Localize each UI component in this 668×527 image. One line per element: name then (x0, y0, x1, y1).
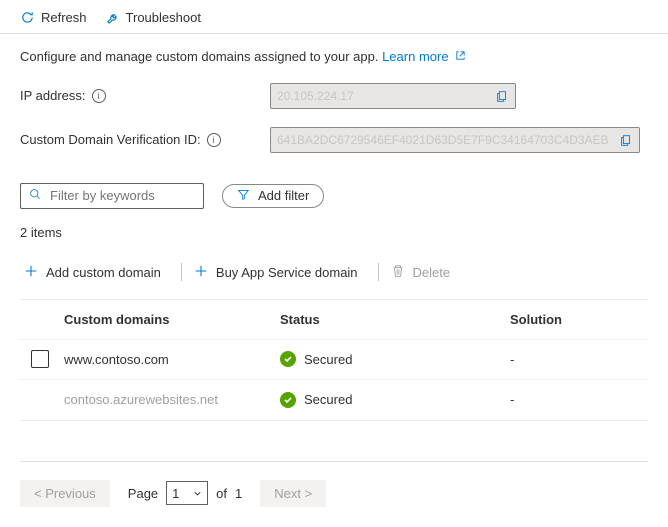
refresh-label: Refresh (41, 10, 87, 25)
refresh-button[interactable]: Refresh (20, 10, 87, 25)
info-icon[interactable]: i (207, 133, 221, 147)
ip-address-label: IP address: (20, 88, 86, 103)
item-count: 2 items (0, 219, 668, 240)
description-text: Configure and manage custom domains assi… (0, 34, 668, 71)
status-cell: Secured (304, 392, 352, 407)
learn-more-link[interactable]: Learn more (382, 49, 466, 64)
status-secured-icon (280, 351, 296, 367)
domain-cell: contoso.azurewebsites.net (60, 392, 280, 407)
status-secured-icon (280, 392, 296, 408)
table-row[interactable]: contoso.azurewebsites.net Secured - (20, 380, 648, 420)
add-filter-button[interactable]: Add filter (222, 184, 324, 208)
total-pages: 1 (235, 486, 242, 501)
separator (378, 263, 379, 281)
domains-table: Custom domains Status Solution www.conto… (20, 299, 648, 421)
solution-cell: - (510, 392, 648, 407)
page-word: Page (128, 486, 158, 501)
table-header-row: Custom domains Status Solution (20, 300, 648, 340)
trash-icon (391, 264, 405, 281)
refresh-icon (20, 10, 35, 25)
pager: < Previous Page 1 of 1 Next > (0, 462, 668, 527)
filter-input[interactable] (48, 187, 195, 204)
external-link-icon (455, 48, 466, 66)
of-word: of (216, 486, 227, 501)
delete-button: Delete (387, 260, 463, 285)
buy-app-service-domain-button[interactable]: Buy App Service domain (190, 260, 370, 285)
table-row[interactable]: www.contoso.com Secured - (20, 340, 648, 380)
next-page-button: Next > (260, 480, 326, 507)
col-header-solution: Solution (510, 312, 648, 327)
col-header-status: Status (280, 312, 510, 327)
col-header-domain: Custom domains (60, 312, 280, 327)
plus-icon (194, 264, 208, 281)
prev-page-button: < Previous (20, 480, 110, 507)
page-select[interactable]: 1 (166, 481, 208, 505)
copy-ip-button[interactable] (491, 86, 513, 106)
filter-icon (237, 188, 250, 204)
status-cell: Secured (304, 352, 352, 367)
copy-icon (619, 133, 633, 147)
plus-icon (24, 264, 38, 281)
ip-address-value-box: 20.105.224.17 (270, 83, 516, 109)
troubleshoot-label: Troubleshoot (126, 10, 201, 25)
verification-id-value-box: 641BA2DC6729546EF4021D63D5E7F9C34164703C… (270, 127, 640, 153)
troubleshoot-button[interactable]: Troubleshoot (105, 10, 201, 25)
info-icon[interactable]: i (92, 89, 106, 103)
wrench-icon (105, 10, 120, 25)
filter-input-wrap[interactable] (20, 183, 204, 209)
copy-verification-id-button[interactable] (615, 130, 637, 150)
solution-cell: - (510, 352, 648, 367)
search-icon (29, 188, 42, 204)
add-custom-domain-button[interactable]: Add custom domain (20, 260, 173, 285)
chevron-down-icon (193, 486, 202, 501)
copy-icon (495, 89, 509, 103)
separator (181, 263, 182, 281)
domain-cell: www.contoso.com (60, 352, 280, 367)
verification-id-label: Custom Domain Verification ID: (20, 132, 201, 147)
row-checkbox[interactable] (31, 350, 49, 368)
